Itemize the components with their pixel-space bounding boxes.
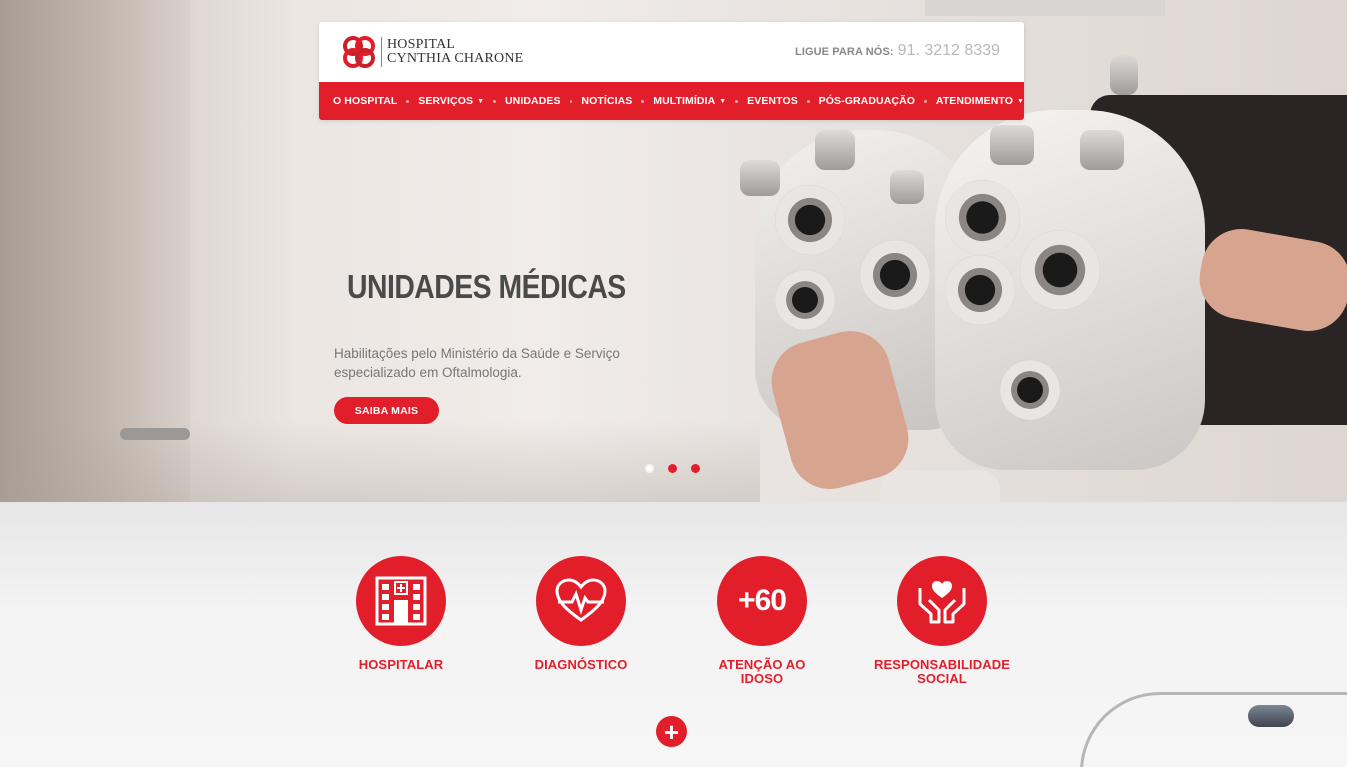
caret-down-icon: ▼ <box>477 97 485 105</box>
nav-item-pos-graduacao[interactable]: PÓS-GRADUAÇÃO <box>819 95 915 107</box>
phone-contact: LIGUE PARA NÓS: 91. 3212 8339 <box>795 42 1000 60</box>
heart-pulse-icon <box>555 578 607 622</box>
main-nav: O HOSPITAL SERVIÇOS ▼ UNIDADES NOTÍCIAS M… <box>319 82 1024 120</box>
logo-line2: CYNTHIA CHARONE <box>387 51 524 66</box>
nav-item-o-hospital[interactable]: O HOSPITAL <box>333 95 397 107</box>
slide-dot-3[interactable] <box>691 464 700 473</box>
nav-item-eventos[interactable]: EVENTOS <box>747 95 798 107</box>
nav-item-unidades[interactable]: UNIDADES <box>505 95 561 107</box>
feature-responsabilidade-social[interactable]: RESPONSABILIDADE SOCIAL <box>857 556 1027 686</box>
feature-atencao-ao-idoso[interactable]: +60 ATENÇÃO AO IDOSO <box>677 556 847 686</box>
caret-down-icon: ▼ <box>719 97 727 105</box>
slide-dot-1[interactable] <box>645 464 654 473</box>
feature-label: HOSPITALAR <box>358 657 444 672</box>
hands-heart-icon <box>918 581 966 624</box>
slider-pagination <box>645 464 700 473</box>
phone-number[interactable]: 91. 3212 8339 <box>898 42 1000 60</box>
feature-label: RESPONSABILIDADE SOCIAL <box>874 657 1010 686</box>
feature-label: ATENÇÃO AO IDOSO <box>718 657 806 686</box>
site-header: HOSPITAL CYNTHIA CHARONE LIGUE PARA NÓS:… <box>319 22 1024 120</box>
plus-60-icon: +60 <box>738 584 787 617</box>
hero-subtitle: Habilitações pelo Ministério da Saúde e … <box>334 346 620 380</box>
more-features-button[interactable]: + <box>656 716 687 747</box>
logo-knot-icon <box>341 34 377 70</box>
logo-line1: HOSPITAL <box>387 37 456 52</box>
nav-item-atendimento[interactable]: ATENDIMENTO ▼ <box>936 95 1024 107</box>
hospital-logo[interactable]: HOSPITAL CYNTHIA CHARONE <box>341 34 523 70</box>
nav-item-multimidia[interactable]: MULTIMÍDIA ▼ <box>653 95 726 107</box>
stethoscope-image <box>1080 692 1347 767</box>
feature-label: DIAGNÓSTICO <box>534 657 628 672</box>
phone-label: LIGUE PARA NÓS: <box>795 46 894 58</box>
hospital-building-icon <box>375 576 427 626</box>
saiba-mais-button[interactable]: SAIBA MAIS <box>334 397 439 424</box>
features-section: HOSPITALAR DIAGNÓSTICO +60 ATENÇÃO AO ID… <box>0 502 1347 767</box>
slide-dot-2[interactable] <box>668 464 677 473</box>
feature-hospitalar[interactable]: HOSPITALAR <box>316 556 486 672</box>
nav-item-noticias[interactable]: NOTÍCIAS <box>581 95 632 107</box>
nav-item-servicos[interactable]: SERVIÇOS ▼ <box>418 95 484 107</box>
hero-title: UNIDADES MÉDICAS <box>347 268 626 305</box>
feature-diagnostico[interactable]: DIAGNÓSTICO <box>496 556 666 672</box>
caret-down-icon: ▼ <box>1017 97 1024 105</box>
